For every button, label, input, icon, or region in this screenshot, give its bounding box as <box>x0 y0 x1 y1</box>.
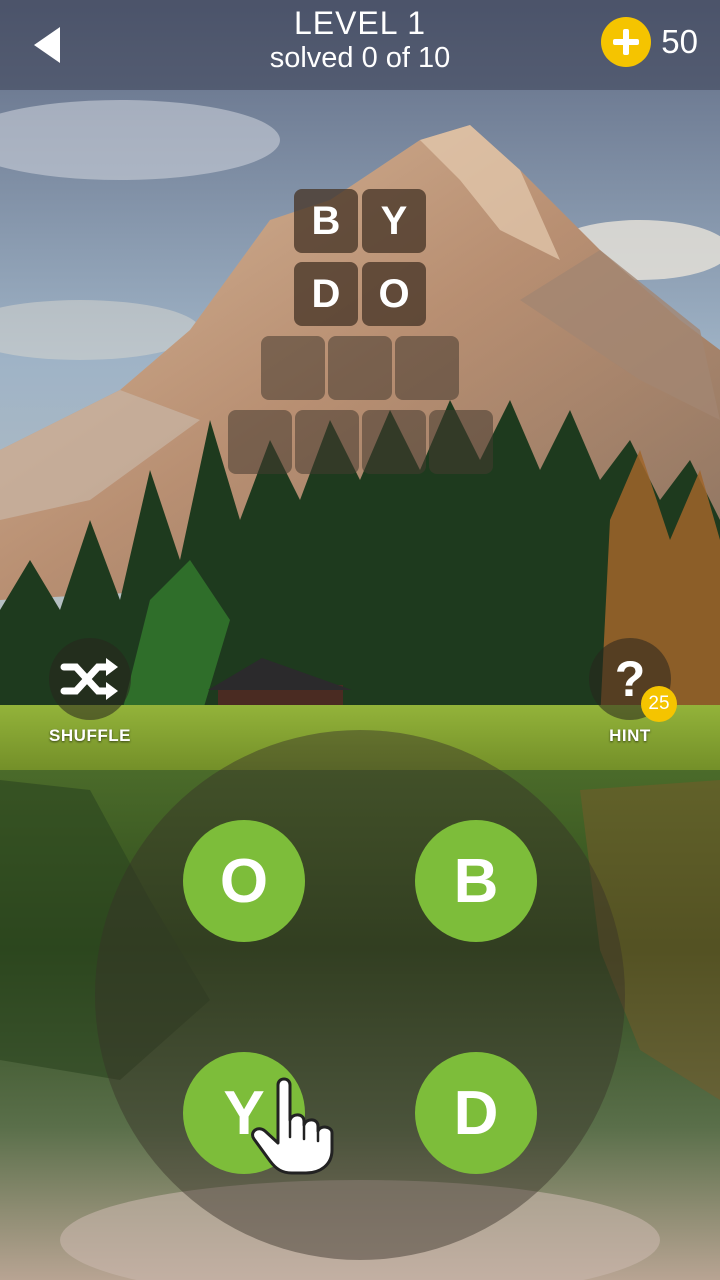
level-info: LEVEL 1 solved 0 of 10 <box>160 4 560 74</box>
coin-counter: 50 <box>601 17 698 67</box>
word-tile: Y <box>362 189 426 253</box>
shuffle-icon <box>60 658 118 700</box>
hint-circle[interactable]: ? 25 <box>589 638 677 722</box>
hint-button[interactable]: ? 25 HINT <box>565 638 695 746</box>
empty-tile <box>429 410 493 474</box>
word-tile: O <box>362 262 426 326</box>
back-button[interactable] <box>22 20 72 70</box>
empty-tile <box>395 336 459 400</box>
word-tile: B <box>294 189 358 253</box>
add-coins-button[interactable] <box>601 17 652 67</box>
shuffle-button[interactable]: SHUFFLE <box>25 638 155 746</box>
level-title: LEVEL 1 <box>293 5 427 41</box>
hint-cost-badge: 25 <box>641 686 677 722</box>
level-progress: solved 0 of 10 <box>269 42 451 74</box>
shuffle-circle[interactable] <box>49 638 131 720</box>
letter-button[interactable]: B <box>415 820 537 942</box>
back-arrow-icon <box>34 27 60 63</box>
top-bar: LEVEL 1 solved 0 of 10 50 <box>0 0 720 90</box>
letter-button[interactable]: D <box>415 1052 537 1174</box>
word-tile: D <box>294 262 358 326</box>
empty-tile <box>295 410 359 474</box>
coin-count: 50 <box>661 23 698 60</box>
empty-tile <box>261 336 325 400</box>
empty-tile <box>362 410 426 474</box>
shuffle-label: SHUFFLE <box>49 726 131 745</box>
question-icon: ? <box>614 651 646 707</box>
hint-label: HINT <box>609 726 651 745</box>
tutorial-hand-icon <box>251 1077 334 1175</box>
letter-button[interactable]: O <box>183 820 305 942</box>
empty-tile <box>328 336 392 400</box>
letter-wheel <box>95 730 625 1260</box>
empty-tile <box>228 410 292 474</box>
plus-icon <box>613 29 640 55</box>
